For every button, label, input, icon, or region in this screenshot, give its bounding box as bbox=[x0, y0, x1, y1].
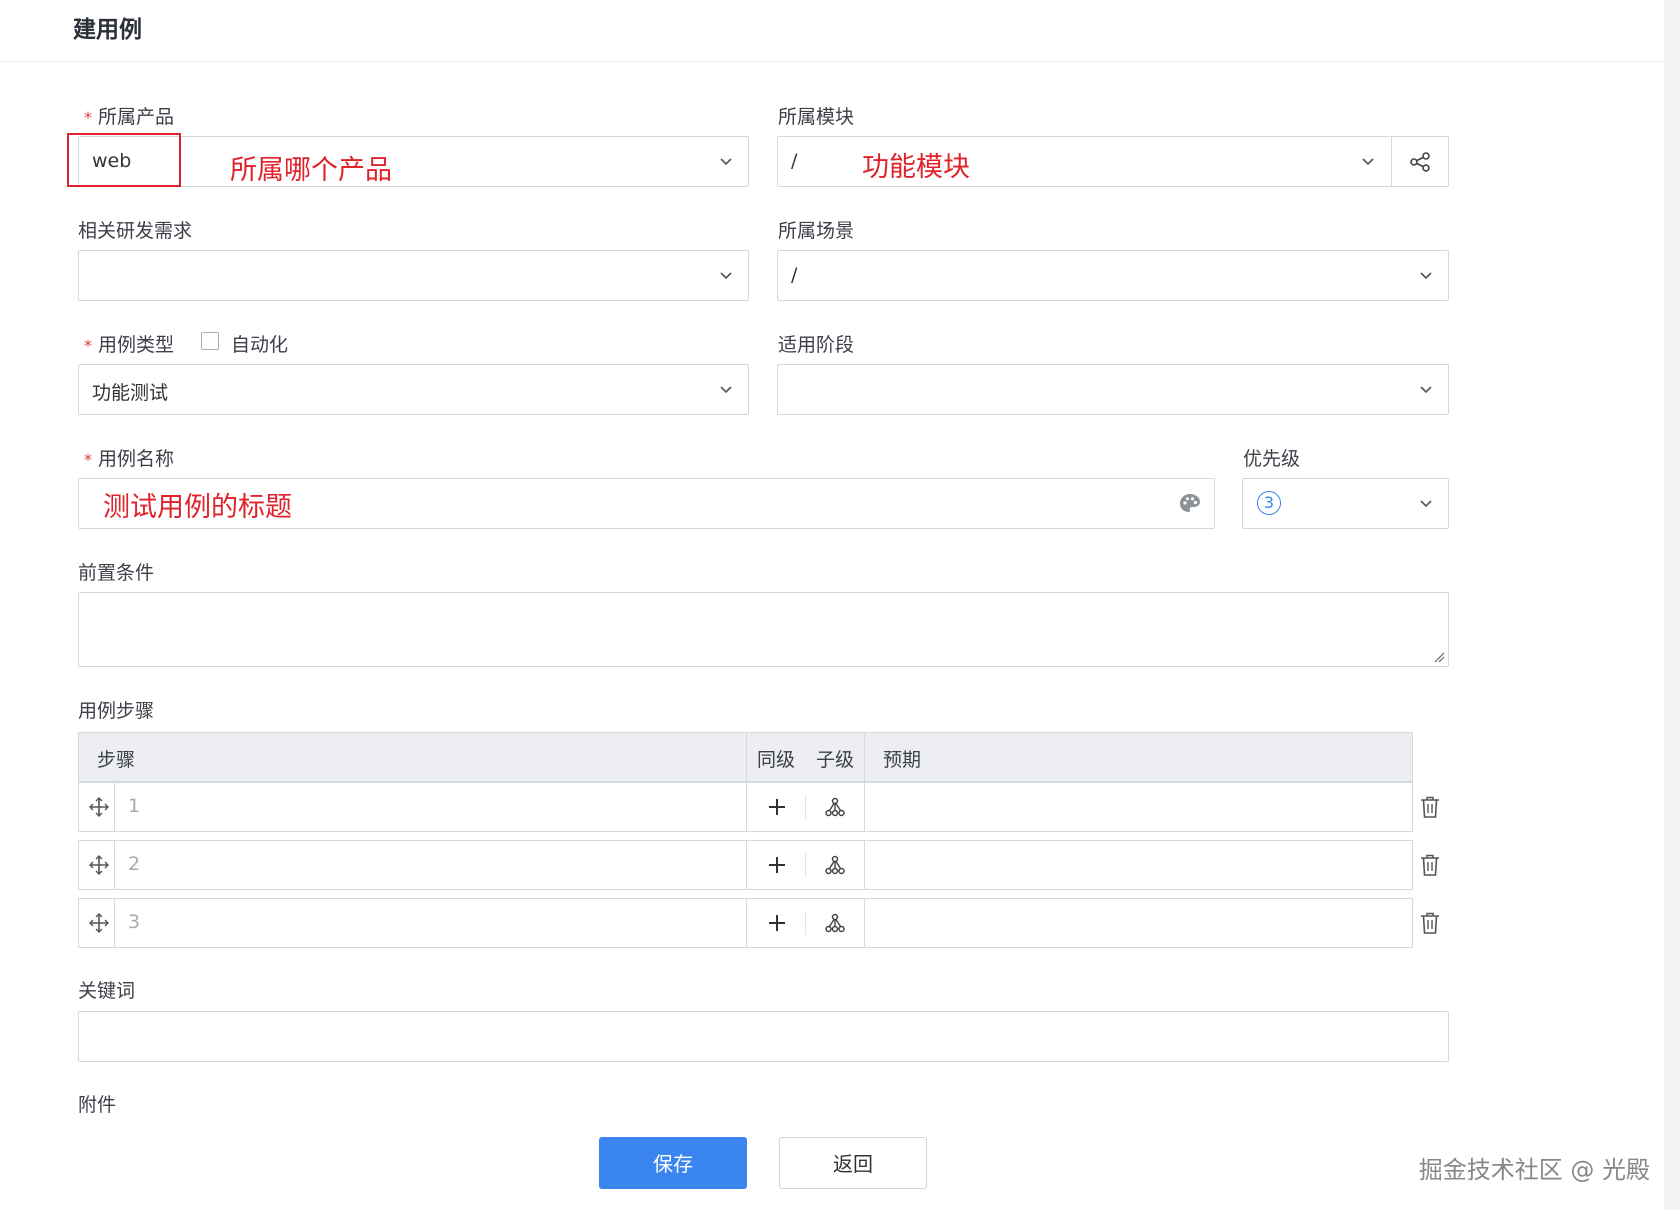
add-sibling-icon[interactable] bbox=[767, 913, 787, 933]
step-number[interactable]: 2 bbox=[128, 853, 140, 875]
cell-divider bbox=[114, 783, 115, 831]
annotation-highlight-box bbox=[67, 133, 181, 187]
chevron-down-icon bbox=[720, 158, 732, 166]
automation-checkbox-label[interactable]: 自动化 bbox=[231, 330, 288, 357]
column-divider bbox=[864, 733, 865, 781]
case-name-label: * 用例名称 bbox=[84, 444, 174, 471]
chevron-down-icon bbox=[1362, 158, 1374, 166]
precondition-label: 前置条件 bbox=[78, 562, 155, 584]
story-select[interactable] bbox=[78, 250, 749, 301]
palette-icon[interactable] bbox=[1178, 492, 1202, 516]
steps-header-expected: 预期 bbox=[883, 749, 922, 771]
case-type-label: * 用例类型 bbox=[84, 330, 174, 357]
product-label: * 所属产品 bbox=[84, 102, 174, 129]
drag-handle-icon[interactable] bbox=[88, 912, 110, 934]
steps-table-header: 步骤 同级 子级 预期 bbox=[78, 732, 1413, 782]
attachment-label: 附件 bbox=[78, 1094, 117, 1116]
scene-select[interactable]: / bbox=[777, 250, 1449, 301]
cell-divider bbox=[114, 841, 115, 889]
resize-handle-icon[interactable] bbox=[1433, 651, 1445, 663]
add-child-icon[interactable] bbox=[824, 912, 846, 934]
priority-badge: 3 bbox=[1257, 491, 1281, 515]
drag-handle-icon[interactable] bbox=[88, 796, 110, 818]
chevron-down-icon bbox=[1420, 272, 1432, 280]
keywords-label: 关键词 bbox=[78, 980, 136, 1002]
stage-select[interactable] bbox=[777, 364, 1449, 415]
product-annotation: 所属哪个产品 bbox=[230, 155, 392, 186]
step-row: 1 bbox=[78, 782, 1413, 832]
chevron-down-icon bbox=[1420, 386, 1432, 394]
steps-header-child-level: 子级 bbox=[816, 749, 855, 771]
chevron-down-icon bbox=[720, 386, 732, 394]
chevron-down-icon bbox=[1420, 500, 1432, 508]
cell-divider bbox=[864, 783, 865, 831]
required-mark: * bbox=[84, 108, 92, 127]
drag-handle-icon[interactable] bbox=[88, 854, 110, 876]
step-number[interactable]: 3 bbox=[128, 911, 140, 933]
steps-header-same-level: 同级 bbox=[757, 749, 796, 771]
delete-icon[interactable] bbox=[1419, 853, 1441, 877]
case-type-select-value: 功能测试 bbox=[92, 382, 169, 404]
add-child-icon[interactable] bbox=[824, 854, 846, 876]
add-sibling-icon[interactable] bbox=[767, 797, 787, 817]
module-divider bbox=[1391, 137, 1392, 186]
automation-checkbox[interactable] bbox=[201, 332, 219, 350]
stage-label: 适用阶段 bbox=[778, 334, 855, 356]
scene-label: 所属场景 bbox=[778, 220, 855, 242]
delete-icon[interactable] bbox=[1419, 795, 1441, 819]
required-mark: * bbox=[84, 336, 92, 355]
page-header: 建用例 bbox=[0, 0, 1664, 62]
cell-divider bbox=[864, 841, 865, 889]
watermark: 掘金技术社区 @ 光殿 bbox=[1418, 1156, 1650, 1184]
add-sibling-icon[interactable] bbox=[767, 855, 787, 875]
button-divider bbox=[805, 853, 806, 877]
column-divider bbox=[746, 733, 747, 781]
module-annotation: 功能模块 bbox=[862, 152, 970, 183]
step-row: 2 bbox=[78, 840, 1413, 890]
add-child-icon[interactable] bbox=[824, 796, 846, 818]
priority-label: 优先级 bbox=[1243, 448, 1301, 470]
back-button[interactable]: 返回 bbox=[779, 1137, 927, 1189]
case-type-label-text: 用例类型 bbox=[98, 334, 175, 356]
share-icon[interactable] bbox=[1409, 151, 1431, 173]
steps-header-step: 步骤 bbox=[97, 749, 136, 771]
required-mark: * bbox=[84, 450, 92, 469]
priority-select[interactable]: 3 bbox=[1242, 478, 1449, 529]
delete-icon[interactable] bbox=[1419, 911, 1441, 935]
cell-divider bbox=[746, 783, 747, 831]
cell-divider bbox=[746, 841, 747, 889]
button-divider bbox=[805, 795, 806, 819]
chevron-down-icon bbox=[720, 272, 732, 280]
cell-divider bbox=[746, 899, 747, 947]
button-divider bbox=[805, 911, 806, 935]
keywords-input[interactable] bbox=[78, 1011, 1449, 1062]
steps-label: 用例步骤 bbox=[78, 700, 155, 722]
module-select-value: / bbox=[791, 150, 798, 172]
scene-select-value: / bbox=[791, 264, 798, 286]
case-type-select[interactable]: 功能测试 bbox=[78, 364, 749, 415]
case-name-annotation: 测试用例的标题 bbox=[103, 492, 292, 523]
save-button[interactable]: 保存 bbox=[599, 1137, 747, 1189]
precondition-textarea[interactable] bbox=[78, 592, 1449, 667]
page-title: 建用例 bbox=[73, 17, 142, 43]
cell-divider bbox=[114, 899, 115, 947]
step-row: 3 bbox=[78, 898, 1413, 948]
module-label: 所属模块 bbox=[778, 106, 855, 128]
step-number[interactable]: 1 bbox=[128, 795, 140, 817]
page-scrollbar[interactable] bbox=[1664, 0, 1680, 1210]
cell-divider bbox=[864, 899, 865, 947]
story-label: 相关研发需求 bbox=[78, 220, 193, 242]
case-name-label-text: 用例名称 bbox=[98, 448, 175, 470]
product-label-text: 所属产品 bbox=[98, 106, 175, 128]
